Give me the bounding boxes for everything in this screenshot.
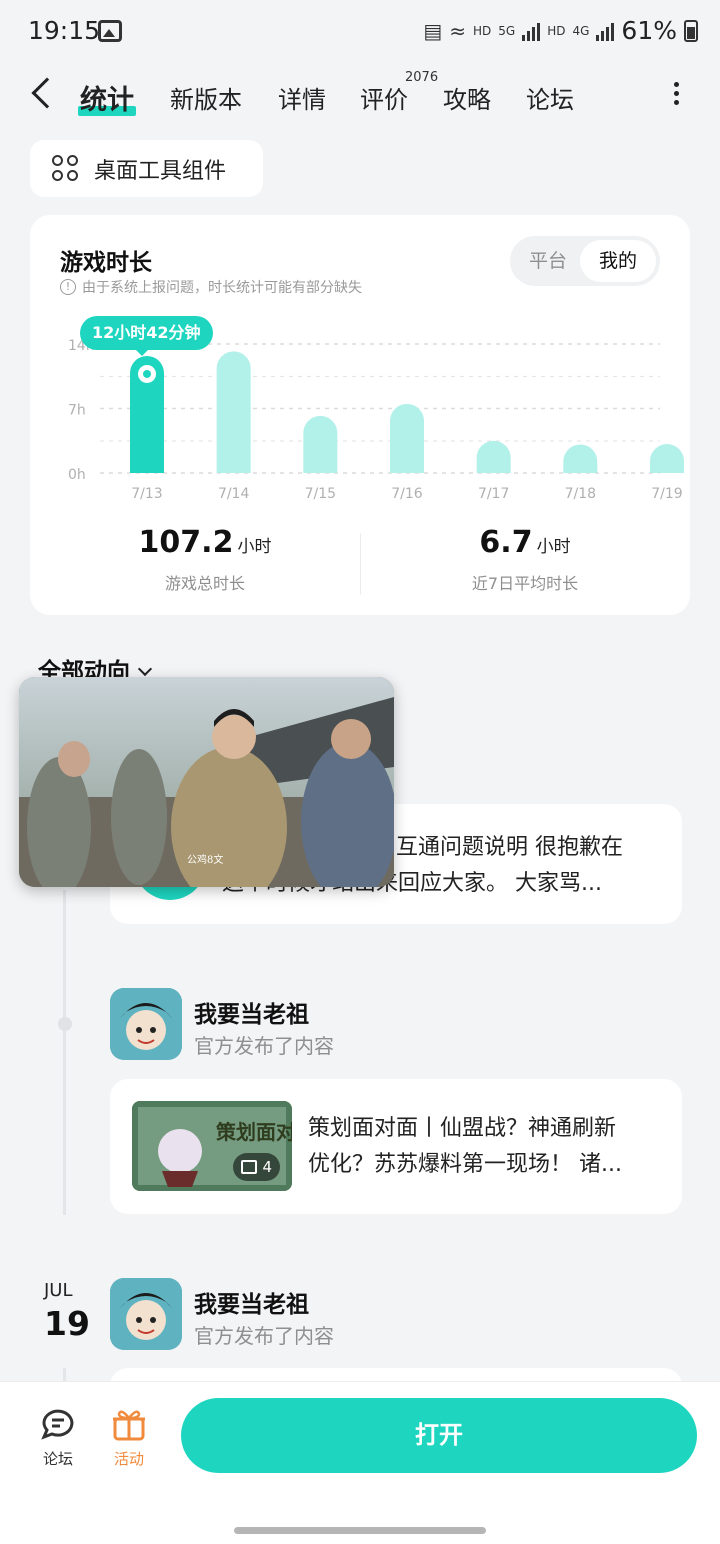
- tab-reviews[interactable]: 评价: [360, 80, 408, 115]
- post-card-2[interactable]: 策划面对面 4 策划面对面丨仙盟战？神通刷新 优化？苏苏爆料第一现场！ 诸...: [110, 1079, 682, 1214]
- play-time-summary: 107.2 小时 游戏总时长 6.7 小时 近7日平均时长: [30, 525, 690, 605]
- average-time-label: 近7日平均时长: [471, 574, 579, 593]
- floating-video-player[interactable]: 公鸡8文: [19, 677, 394, 887]
- post-2-thumbnail-title: 策划面对面: [216, 1120, 292, 1144]
- battery-icon: [684, 19, 698, 42]
- bar-marker-inner: [143, 369, 151, 378]
- bar-7/19[interactable]: [650, 444, 684, 473]
- chevron-down-icon: [137, 661, 153, 677]
- post-2-line-2: 优化？苏苏爆料第一现场！ 诸...: [308, 1152, 622, 1177]
- more-menu-icon[interactable]: [674, 82, 680, 108]
- image-count-badge: 4: [233, 1153, 280, 1181]
- 5g-label: 5G: [498, 23, 516, 38]
- image-count: 4: [262, 1158, 272, 1176]
- tab-new-version[interactable]: 新版本: [170, 80, 242, 115]
- upload-notification-icon: ▤: [423, 18, 443, 43]
- game-avatar-2[interactable]: [110, 1278, 182, 1350]
- game-avatar-art-2: [110, 1278, 182, 1350]
- timeline-line: [63, 890, 66, 1215]
- x-tick-label: 7/17: [478, 486, 509, 502]
- game-avatar[interactable]: [110, 988, 182, 1060]
- top-tab-bar: 统计 新版本 详情 评价 2076 攻略 论坛: [0, 64, 720, 128]
- post-2-subtitle: 官方发布了内容: [194, 1034, 334, 1058]
- home-indicator[interactable]: [234, 1527, 486, 1534]
- gift-icon: [113, 1410, 145, 1441]
- reviews-count-badge: 2076: [405, 70, 439, 85]
- average-time-unit: 小时: [536, 537, 571, 557]
- hd-label-1: HD: [473, 23, 492, 38]
- play-time-chart: 0h7h14h7/13 7/14 7/15 7/16 7/17 7/18 7/19: [68, 338, 684, 502]
- x-tick-label: 7/13: [131, 486, 162, 502]
- y-tick-label: 7h: [68, 403, 86, 419]
- total-time-label: 游戏总时长: [164, 574, 245, 593]
- post-2-line-1: 策划面对面丨仙盟战？神通刷新: [308, 1116, 617, 1141]
- date-day: 19: [44, 1304, 90, 1343]
- bar-7/15[interactable]: [303, 415, 338, 473]
- x-tick-label: 7/16: [391, 486, 423, 502]
- signal-icon: [522, 21, 541, 41]
- video-caption: 公鸡8文: [187, 855, 224, 866]
- total-time-value: 107.2: [138, 525, 234, 560]
- open-game-button[interactable]: 打开: [181, 1398, 697, 1473]
- bar-7/16[interactable]: [390, 403, 424, 473]
- timeline-dot: [58, 1017, 72, 1031]
- total-time-unit: 小时: [237, 537, 272, 557]
- photo-icon: [241, 1160, 258, 1174]
- bar-7/17[interactable]: [476, 440, 511, 473]
- hd-label-2: HD: [547, 23, 566, 38]
- wifi-icon: ≈: [449, 18, 467, 43]
- tab-guides[interactable]: 攻略: [443, 80, 491, 115]
- tab-stats[interactable]: 统计: [78, 78, 136, 117]
- post-2-game-name[interactable]: 我要当老祖: [194, 995, 309, 1029]
- x-tick-label: 7/18: [565, 486, 596, 502]
- desktop-widget-button[interactable]: 桌面工具组件: [30, 140, 263, 197]
- y-tick-label: 0h: [68, 467, 86, 483]
- total-time-block: 107.2 小时 游戏总时长: [40, 525, 370, 594]
- battery-percent: 61%: [621, 16, 677, 45]
- status-time: 19:15: [28, 16, 101, 45]
- highlight-bubble: 12小时42分钟: [80, 316, 213, 356]
- forum-icon: [41, 1409, 74, 1440]
- post-2-text: 策划面对面丨仙盟战？神通刷新 优化？苏苏爆料第一现场！ 诸...: [308, 1111, 664, 1183]
- post-3-subtitle: 官方发布了内容: [194, 1324, 334, 1348]
- post-2-thumbnail[interactable]: 策划面对面 4: [132, 1101, 292, 1191]
- tab-details[interactable]: 详情: [278, 80, 326, 115]
- post-3-game-name[interactable]: 我要当老祖: [194, 1285, 309, 1319]
- widget-grid-icon: [52, 154, 80, 183]
- status-bar: 19:15 ▤ ≈ HD 5G HD 4G 61%: [0, 0, 720, 64]
- play-time-card: 游戏时长 ! 由于系统上报问题，时长统计可能有部分缺失 平台 我的 0h 7h 14…: [30, 215, 690, 615]
- bar-7/14[interactable]: [216, 351, 251, 473]
- forum-label: 论坛: [42, 1450, 73, 1468]
- bar-7/18[interactable]: [563, 444, 598, 473]
- average-time-value: 6.7: [479, 525, 533, 560]
- 4g-label: 4G: [572, 23, 590, 38]
- game-avatar-art: [110, 988, 182, 1060]
- status-indicators: ▤ ≈ HD 5G HD 4G 61%: [423, 16, 698, 45]
- tab-forum[interactable]: 论坛: [526, 80, 574, 115]
- forum-button[interactable]: 论坛: [28, 1404, 88, 1469]
- signal-icon-2: [596, 21, 615, 41]
- image-notification-icon: [98, 20, 122, 42]
- bottom-action-bar: 论坛 活动 打开: [0, 1381, 720, 1544]
- desktop-widget-label: 桌面工具组件: [94, 158, 227, 184]
- x-tick-label: 7/15: [305, 486, 336, 502]
- x-tick-label: 7/19: [651, 486, 682, 502]
- average-time-block: 6.7 小时 近7日平均时长: [360, 525, 690, 594]
- activity-button[interactable]: 活动: [99, 1404, 159, 1469]
- x-tick-label: 7/14: [218, 486, 250, 502]
- activity-label: 活动: [113, 1450, 144, 1468]
- date-month: JUL: [44, 1280, 73, 1301]
- back-arrow-icon[interactable]: [31, 77, 63, 109]
